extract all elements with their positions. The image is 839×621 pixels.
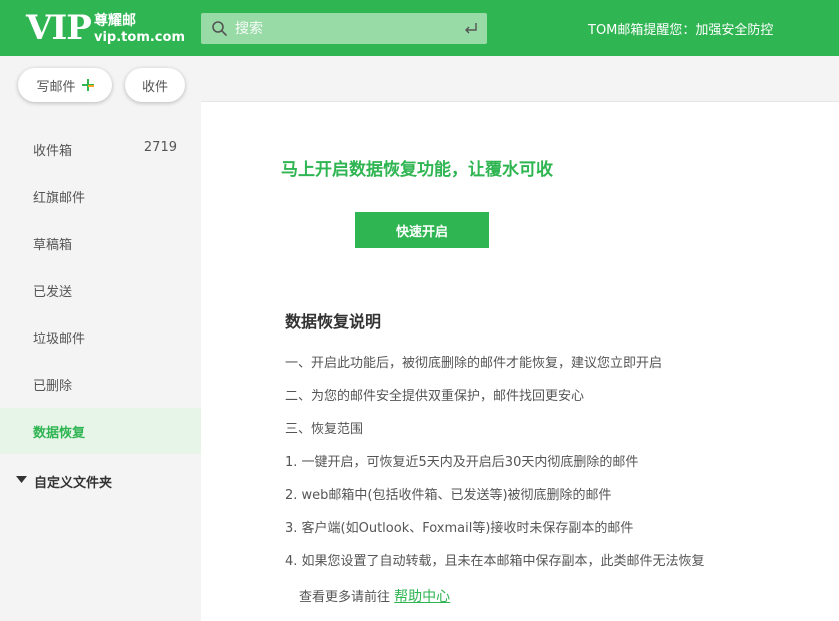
- sidebar-item-label: 草稿箱: [33, 238, 73, 253]
- description-line: 二、为您的邮件安全提供双重保护，邮件找回更安心: [285, 389, 585, 404]
- content-toolbar: [201, 56, 839, 102]
- sidebar-item-spam[interactable]: 垃圾邮件: [0, 314, 201, 360]
- main-content: 马上开启数据恢复功能，让覆水可收 快速开启 数据恢复说明 一、开启此功能后，被彻…: [201, 102, 839, 621]
- logo-brand-name: 尊耀邮: [94, 13, 136, 29]
- sidebar-item-label: 数据恢复: [33, 426, 86, 441]
- sidebar-item-label: 已发送: [33, 285, 73, 300]
- description-line: 2. web邮箱中(包括收件箱、已发送等)被彻底删除的邮件: [285, 488, 612, 503]
- sidebar-item-data-recovery[interactable]: 数据恢复: [0, 408, 201, 454]
- compose-button-label: 写邮件: [36, 79, 76, 95]
- logo-domain: vip.tom.com: [94, 30, 185, 45]
- plus-icon: [81, 79, 94, 91]
- search-input[interactable]: [235, 13, 455, 44]
- sidebar-item-drafts[interactable]: 草稿箱: [0, 220, 201, 266]
- section-title: 数据恢复说明: [285, 312, 382, 331]
- help-prefix: 查看更多请前往: [299, 590, 391, 605]
- inbox-count: 2719: [143, 140, 177, 155]
- sidebar-item-sent[interactable]: 已发送: [0, 267, 201, 313]
- sidebar-item-flagged[interactable]: 红旗邮件: [0, 173, 201, 219]
- description-line: 三、恢复范围: [285, 422, 364, 437]
- receive-button[interactable]: 收件: [125, 68, 185, 102]
- sidebar-item-inbox[interactable]: 收件箱 2719: [0, 126, 201, 172]
- sidebar-item-label: 红旗邮件: [33, 191, 86, 206]
- help-center-link[interactable]: 帮助中心: [394, 589, 450, 605]
- logo-vip: VIP: [26, 8, 92, 48]
- security-notice[interactable]: TOM邮箱提醒您：加强安全防控: [588, 19, 773, 38]
- sidebar-item-label: 收件箱: [33, 144, 73, 159]
- help-line: 查看更多请前往 帮助中心: [299, 586, 450, 606]
- description-line: 3. 客户端(如Outlook、Foxmail等)接收时未保存副本的邮件: [285, 521, 634, 536]
- custom-folders-label: 自定义文件夹: [34, 476, 113, 491]
- description-line: 1. 一键开启，可恢复近5天内及开启后30天内彻底删除的邮件: [285, 455, 639, 470]
- sidebar: 写邮件 收件 收件箱 2719 红旗邮件 草稿箱 已发送 垃圾邮件 已删除 数据…: [0, 56, 201, 621]
- app-header: VIP 尊耀邮 vip.tom.com TOM邮箱提醒您：加强安全防控: [0, 0, 839, 56]
- compose-button[interactable]: 写邮件: [18, 68, 112, 102]
- sidebar-item-label: 垃圾邮件: [33, 332, 86, 347]
- caret-down-icon: [16, 476, 27, 483]
- recovery-headline: 马上开启数据恢复功能，让覆水可收: [281, 160, 553, 180]
- description-line: 4. 如果您设置了自动转载，且未在本邮箱中保存副本，此类邮件无法恢复: [285, 554, 705, 569]
- enable-recovery-button[interactable]: 快速开启: [355, 212, 489, 248]
- search-box[interactable]: [201, 13, 487, 44]
- description-line: 一、开启此功能后，被彻底删除的邮件才能恢复，建议您立即开启: [285, 356, 663, 371]
- search-icon: [212, 21, 227, 36]
- sidebar-item-deleted[interactable]: 已删除: [0, 361, 201, 407]
- enter-icon[interactable]: [463, 21, 479, 37]
- sidebar-item-label: 已删除: [33, 379, 73, 394]
